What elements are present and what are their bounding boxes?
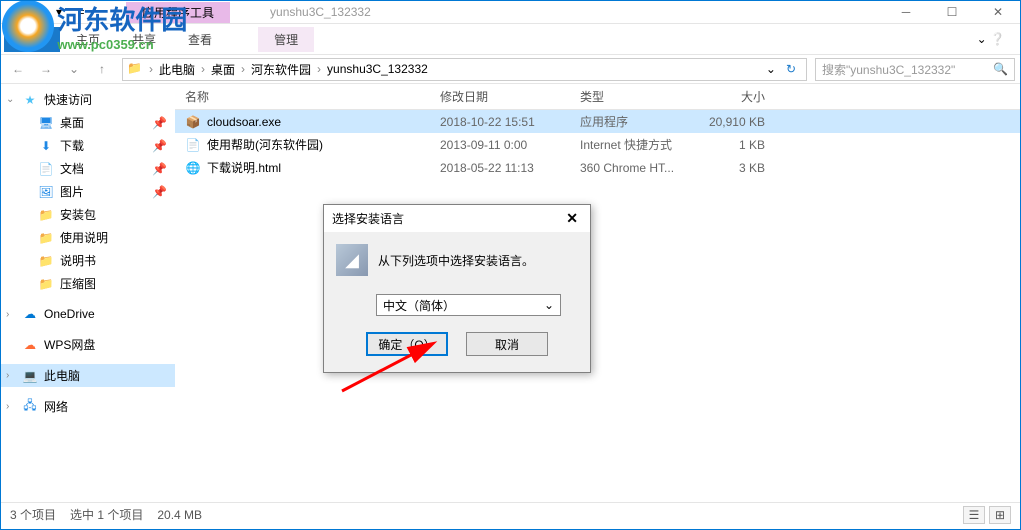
- sidebar-folder[interactable]: 📁说明书: [0, 249, 175, 272]
- sidebar-onedrive[interactable]: ›☁OneDrive: [0, 303, 175, 325]
- folder-icon: 📁: [38, 276, 54, 292]
- sidebar-quick-access[interactable]: ⌄★快速访问: [0, 88, 175, 111]
- view-details-button[interactable]: ☰: [963, 506, 985, 524]
- breadcrumb-item[interactable]: yunshu3C_132332: [323, 62, 432, 76]
- title-bar: 📁 ☑ ▾ = 应用程序工具 yunshu3C_132332 ─ ☐ ✕: [0, 0, 1021, 24]
- folder-icon: 📁: [127, 61, 143, 77]
- status-count: 3 个项目: [10, 506, 56, 523]
- chevron-right-icon: ›: [199, 62, 207, 76]
- dialog-message: 从下列选项中选择安装语言。: [378, 252, 534, 269]
- pin-icon: 📌: [152, 162, 167, 176]
- qat-sep: =: [72, 3, 90, 21]
- column-date[interactable]: 修改日期: [440, 88, 580, 105]
- sidebar-folder[interactable]: 📁压缩图: [0, 272, 175, 295]
- dialog-close-button[interactable]: ✕: [562, 210, 582, 227]
- ribbon-tab-share[interactable]: 共享: [116, 27, 172, 52]
- content-pane: 名称 修改日期 类型 大小 📦cloudsoar.exe 2018-10-22 …: [175, 84, 1021, 502]
- column-headers: 名称 修改日期 类型 大小: [175, 84, 1021, 110]
- breadcrumb-item[interactable]: 桌面: [207, 61, 239, 78]
- star-icon: ★: [22, 92, 38, 108]
- ribbon-tab-view[interactable]: 查看: [172, 27, 228, 52]
- ribbon: 文件 主页 共享 查看 管理 ⌄ ❔: [0, 24, 1021, 54]
- folder-icon: 📁: [38, 253, 54, 269]
- ribbon-tab-file[interactable]: 文件: [4, 27, 60, 52]
- address-dropdown-icon[interactable]: ⌄: [762, 62, 780, 76]
- folder-icon: 📁: [38, 230, 54, 246]
- chevron-down-icon: ⌄: [544, 298, 554, 312]
- ribbon-tab-manage[interactable]: 管理: [258, 27, 314, 52]
- document-icon: 📄: [38, 161, 54, 177]
- sidebar-downloads[interactable]: ⬇下载📌: [0, 134, 175, 157]
- sidebar-desktop[interactable]: 🖥桌面📌: [0, 111, 175, 134]
- close-button[interactable]: ✕: [975, 0, 1021, 24]
- html-icon: 🌐: [185, 160, 201, 176]
- status-size: 20.4 MB: [157, 508, 202, 522]
- dialog-title: 选择安装语言: [332, 210, 404, 227]
- sidebar-thispc[interactable]: ›💻此电脑: [0, 364, 175, 387]
- forward-button[interactable]: →: [34, 57, 58, 81]
- language-select[interactable]: 中文（简体） ⌄: [376, 294, 561, 316]
- folder-icon: 📁: [38, 207, 54, 223]
- desktop-icon: 🖥: [38, 115, 54, 131]
- sidebar-folder[interactable]: 📁使用说明: [0, 226, 175, 249]
- pc-icon: 💻: [22, 368, 38, 384]
- address-toolbar: ← → ⌄ ↑ 📁 › 此电脑 › 桌面 › 河东软件园 › yunshu3C_…: [0, 54, 1021, 84]
- ribbon-expand-icon[interactable]: ⌄ ❔: [969, 28, 1013, 50]
- sidebar-network[interactable]: ›🖧网络: [0, 395, 175, 418]
- view-icons-button[interactable]: ⊞: [989, 506, 1011, 524]
- picture-icon: 🖼: [38, 184, 54, 200]
- chevron-right-icon: ›: [315, 62, 323, 76]
- exe-icon: 📦: [185, 114, 201, 130]
- window-title: yunshu3C_132332: [270, 5, 883, 19]
- breadcrumb[interactable]: 📁 › 此电脑 › 桌面 › 河东软件园 › yunshu3C_132332 ⌄…: [122, 58, 807, 81]
- breadcrumb-item[interactable]: 此电脑: [155, 61, 199, 78]
- download-icon: ⬇: [38, 138, 54, 154]
- folder-icon: 📁: [6, 3, 24, 21]
- column-type[interactable]: 类型: [580, 88, 695, 105]
- wps-icon: ☁: [22, 337, 38, 353]
- sidebar-folder[interactable]: 📁安装包: [0, 203, 175, 226]
- context-tab-apptools[interactable]: 应用程序工具: [126, 2, 230, 23]
- ribbon-tab-home[interactable]: 主页: [60, 27, 116, 52]
- refresh-icon[interactable]: ↻: [780, 62, 802, 76]
- status-selected: 选中 1 个项目: [70, 506, 143, 523]
- file-row[interactable]: 🌐下载说明.html 2018-05-22 11:13 360 Chrome H…: [175, 156, 1021, 179]
- minimize-button[interactable]: ─: [883, 0, 929, 24]
- search-input[interactable]: 搜索"yunshu3C_132332" 🔍: [815, 58, 1015, 81]
- column-name[interactable]: 名称: [185, 88, 440, 105]
- installer-icon: ◢: [336, 244, 368, 276]
- qat-dropdown-icon[interactable]: ▾: [50, 3, 68, 21]
- shortcut-icon: 📄: [185, 137, 201, 153]
- back-button[interactable]: ←: [6, 57, 30, 81]
- language-dialog: 选择安装语言 ✕ ◢ 从下列选项中选择安装语言。 中文（简体） ⌄ 确定（O） …: [323, 204, 591, 373]
- column-size[interactable]: 大小: [695, 88, 775, 105]
- file-row[interactable]: 📦cloudsoar.exe 2018-10-22 15:51 应用程序 20,…: [175, 110, 1021, 133]
- sidebar-pictures[interactable]: 🖼图片📌: [0, 180, 175, 203]
- sidebar-documents[interactable]: 📄文档📌: [0, 157, 175, 180]
- status-bar: 3 个项目 选中 1 个项目 20.4 MB ☰ ⊞: [0, 502, 1021, 526]
- sidebar-wps[interactable]: ☁WPS网盘: [0, 333, 175, 356]
- recent-dropdown-icon[interactable]: ⌄: [62, 57, 86, 81]
- cancel-button[interactable]: 取消: [466, 332, 548, 356]
- search-placeholder: 搜索"yunshu3C_132332": [822, 61, 955, 78]
- file-list: 📦cloudsoar.exe 2018-10-22 15:51 应用程序 20,…: [175, 110, 1021, 502]
- sidebar: ⌄★快速访问 🖥桌面📌 ⬇下载📌 📄文档📌 🖼图片📌 📁安装包 📁使用说明 📁说…: [0, 84, 175, 502]
- pin-icon: 📌: [152, 139, 167, 153]
- search-icon[interactable]: 🔍: [993, 62, 1008, 76]
- cloud-icon: ☁: [22, 306, 38, 322]
- chevron-right-icon: ›: [147, 62, 155, 76]
- chevron-right-icon: ›: [239, 62, 247, 76]
- qat-properties-icon[interactable]: ☑: [28, 3, 46, 21]
- maximize-button[interactable]: ☐: [929, 0, 975, 24]
- up-button[interactable]: ↑: [90, 57, 114, 81]
- file-row[interactable]: 📄使用帮助(河东软件园) 2013-09-11 0:00 Internet 快捷…: [175, 133, 1021, 156]
- pin-icon: 📌: [152, 116, 167, 130]
- breadcrumb-item[interactable]: 河东软件园: [247, 61, 315, 78]
- network-icon: 🖧: [22, 399, 38, 415]
- ok-button[interactable]: 确定（O）: [366, 332, 448, 356]
- pin-icon: 📌: [152, 185, 167, 199]
